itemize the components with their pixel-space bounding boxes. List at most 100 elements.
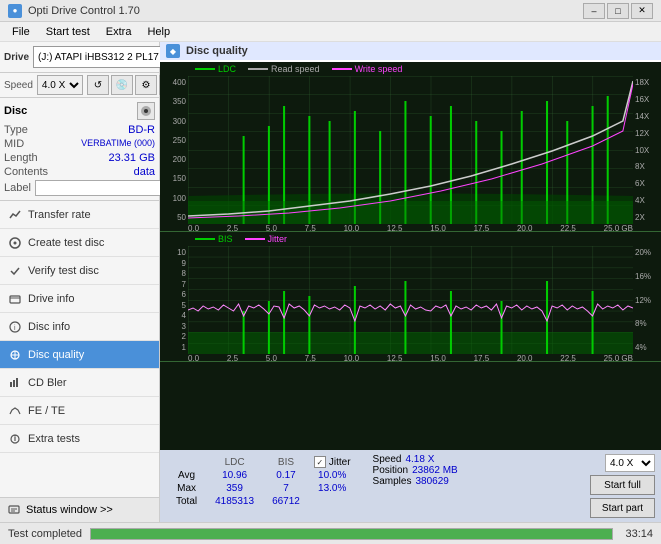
create-test-disc-icon — [8, 236, 22, 250]
disc-type-row: Type BD-R — [4, 124, 155, 136]
nav-extra-tests[interactable]: Extra tests — [0, 425, 159, 453]
upper-chart-svg — [188, 76, 633, 224]
start-full-button[interactable]: Start full — [590, 475, 655, 495]
speed-position-section: Speed 4.18 X Position 23862 MB Samples 3… — [373, 454, 458, 487]
bottom-controls: LDC BIS ✓ Jitter Avg 10.96 0.17 10.0% Ma… — [160, 450, 661, 522]
disc-button[interactable]: 💿 — [111, 75, 133, 95]
contents-value: data — [134, 166, 155, 178]
menu-extra[interactable]: Extra — [98, 22, 140, 42]
label-input[interactable] — [35, 180, 169, 196]
speed-stat-val: 4.18 X — [405, 454, 434, 465]
nav-fe-te[interactable]: FE / TE — [0, 397, 159, 425]
dq-header: ◆ Disc quality — [160, 42, 661, 60]
sidebar: Drive (J:) ATAPI iHBS312 2 PL17 ⏏ Speed … — [0, 42, 160, 522]
drive-info-icon — [8, 292, 22, 306]
total-label: Total — [168, 496, 205, 507]
menu-start-test[interactable]: Start test — [38, 22, 98, 42]
close-button[interactable]: ✕ — [631, 3, 653, 19]
main-layout: Drive (J:) ATAPI iHBS312 2 PL17 ⏏ Speed … — [0, 42, 661, 522]
start-buttons: Start full Start part — [590, 475, 655, 518]
nav-verify-test-disc[interactable]: Verify test disc — [0, 257, 159, 285]
position-stat-label: Position — [373, 465, 409, 476]
disc-header: Disc — [4, 102, 155, 120]
svg-text:i: i — [14, 325, 16, 332]
upper-y-left: 400 350 300 250 200 150 100 50 — [160, 76, 188, 224]
dq-icon: ◆ — [166, 44, 180, 58]
drive-section: Drive (J:) ATAPI iHBS312 2 PL17 ⏏ Speed — [0, 42, 159, 73]
ldc-legend-color — [195, 68, 215, 70]
drive-select[interactable]: (J:) ATAPI iHBS312 2 PL17 — [33, 46, 177, 68]
ldc-legend-label: LDC — [218, 64, 236, 74]
length-value: 23.31 GB — [109, 152, 155, 164]
speed-section-label: Speed — [4, 80, 33, 91]
jitter-max: 13.0% — [310, 483, 355, 494]
lower-y-right: 20% 16% 12% 8% 4% — [633, 246, 661, 354]
lower-chart: BIS Jitter 10 9 8 7 6 5 — [160, 232, 661, 362]
nav-cd-bler[interactable]: CD Bler — [0, 369, 159, 397]
speed-select-stats[interactable]: 4.0 X — [605, 454, 655, 472]
upper-chart-content: 400 350 300 250 200 150 100 50 — [160, 76, 661, 224]
minimize-button[interactable]: – — [583, 3, 605, 19]
upper-chart: LDC Read speed Write speed 400 — [160, 62, 661, 232]
jitter-col-header: ✓ Jitter — [310, 456, 355, 468]
contents-label: Contents — [4, 166, 48, 178]
stats-header-row: LDC BIS ✓ Jitter — [168, 456, 355, 468]
samples-row-stats: Samples 380629 — [373, 476, 458, 487]
menubar: File Start test Extra Help — [0, 22, 661, 42]
bis-avg: 0.17 — [264, 470, 308, 481]
drive-label: Drive — [4, 52, 29, 63]
stats-avg-row: Avg 10.96 0.17 10.0% — [168, 470, 355, 481]
charts-area: LDC Read speed Write speed 400 — [160, 62, 661, 450]
menu-help[interactable]: Help — [139, 22, 178, 42]
label-label: Label — [4, 182, 31, 194]
transfer-rate-icon — [8, 208, 22, 222]
jitter-legend-color — [245, 238, 265, 240]
disc-info-rows: Type BD-R MID VERBATIMe (000) Length 23.… — [4, 124, 155, 196]
nav-create-test-disc-label: Create test disc — [28, 237, 104, 249]
refresh-button[interactable]: ↺ — [87, 75, 109, 95]
nav-disc-quality[interactable]: Disc quality — [0, 341, 159, 369]
nav-transfer-rate[interactable]: Transfer rate — [0, 201, 159, 229]
status-time: 33:14 — [625, 528, 653, 540]
status-window-btn[interactable]: Status window >> — [0, 498, 159, 522]
samples-stat-val: 380629 — [415, 476, 448, 487]
dq-title: Disc quality — [186, 45, 248, 57]
upper-legend: LDC Read speed Write speed — [160, 62, 661, 76]
fe-te-icon — [8, 404, 22, 418]
jitter-checkbox[interactable]: ✓ — [314, 456, 326, 468]
maximize-button[interactable]: □ — [607, 3, 629, 19]
menu-file[interactable]: File — [4, 22, 38, 42]
col-ldc: LDC — [207, 456, 262, 468]
write-speed-legend-color — [332, 68, 352, 70]
titlebar: ● Opti Drive Control 1.70 – □ ✕ — [0, 0, 661, 22]
lower-y-left: 10 9 8 7 6 5 4 3 2 1 — [160, 246, 188, 354]
position-row-stats: Position 23862 MB — [373, 465, 458, 476]
upper-y-right: 18X 16X 14X 12X 10X 8X 6X 4X 2X — [633, 76, 661, 224]
nav-disc-quality-label: Disc quality — [28, 349, 84, 361]
status-window-label: Status window >> — [26, 504, 113, 516]
extra-tests-icon — [8, 432, 22, 446]
nav-disc-info-label: Disc info — [28, 321, 70, 333]
speed-select-drive[interactable]: 4.0 X — [37, 75, 83, 95]
progress-bar-container — [90, 528, 613, 540]
start-part-button[interactable]: Start part — [590, 498, 655, 518]
type-label: Type — [4, 124, 28, 136]
sidebar-bottom: Status window >> — [0, 497, 159, 522]
disc-contents-row: Contents data — [4, 166, 155, 178]
lower-chart-content: 10 9 8 7 6 5 4 3 2 1 — [160, 246, 661, 354]
read-speed-legend-color — [248, 68, 268, 70]
disc-info-btn[interactable] — [137, 102, 155, 120]
nav-create-test-disc[interactable]: Create test disc — [0, 229, 159, 257]
legend-jitter: Jitter — [245, 234, 288, 244]
nav-drive-info[interactable]: Drive info — [0, 285, 159, 313]
max-label: Max — [168, 483, 205, 494]
stats-table: LDC BIS ✓ Jitter Avg 10.96 0.17 10.0% Ma… — [166, 454, 357, 509]
nav-disc-info[interactable]: i Disc info — [0, 313, 159, 341]
length-label: Length — [4, 152, 38, 164]
legend-ldc: LDC — [195, 64, 236, 74]
read-speed-legend-label: Read speed — [271, 64, 320, 74]
disc-length-row: Length 23.31 GB — [4, 152, 155, 164]
ldc-total: 4185313 — [207, 496, 262, 507]
settings-button[interactable]: ⚙ — [135, 75, 157, 95]
jitter-col-label: Jitter — [329, 457, 351, 468]
